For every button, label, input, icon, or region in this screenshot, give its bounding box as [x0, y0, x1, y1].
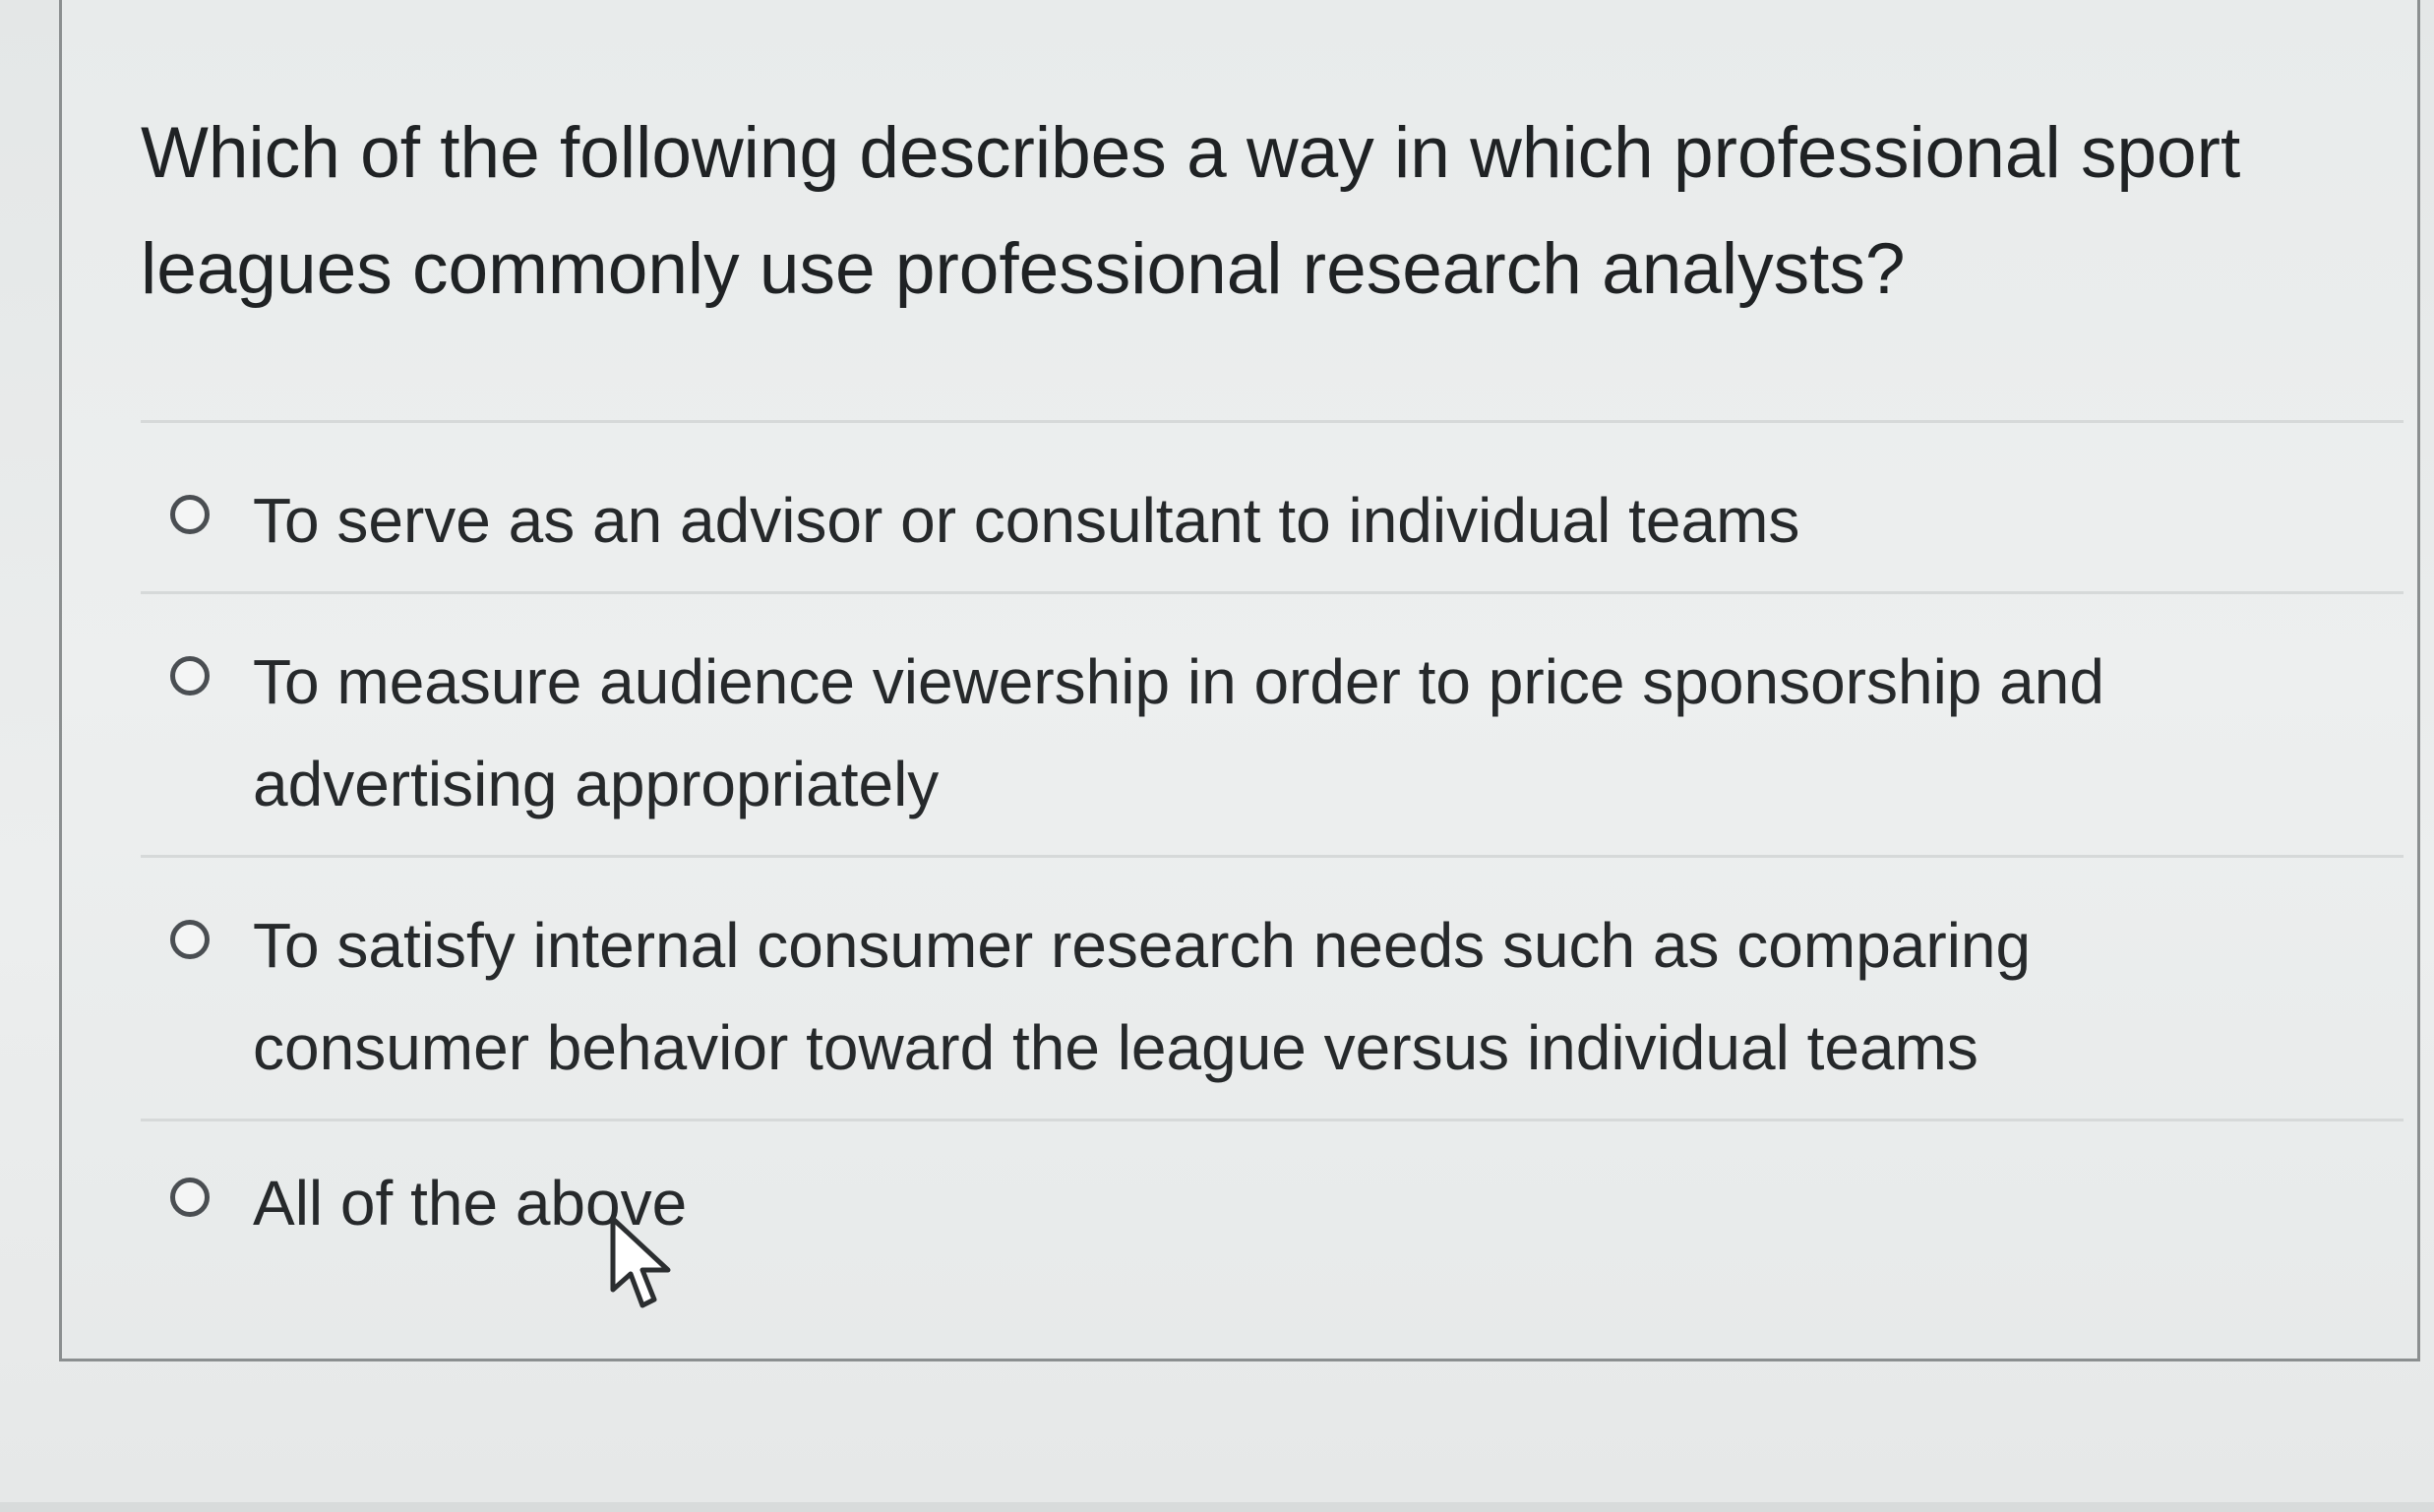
radio-unchecked-icon[interactable]	[170, 495, 210, 534]
page-bottom-edge	[0, 1502, 2434, 1512]
option-2[interactable]: To measure audience viewership in order …	[170, 631, 2394, 835]
option-label: To satisfy internal consumer research ne…	[253, 910, 2032, 1083]
page: Which of the following describes a way i…	[0, 0, 2434, 1512]
divider	[141, 420, 2404, 423]
option-label: To serve as an advisor or consultant to …	[253, 485, 1800, 556]
option-3[interactable]: To satisfy internal consumer research ne…	[170, 894, 2394, 1099]
option-1[interactable]: To serve as an advisor or consultant to …	[170, 469, 2394, 572]
divider	[141, 855, 2404, 858]
radio-unchecked-icon[interactable]	[170, 656, 210, 696]
divider	[141, 591, 2404, 594]
mouse-pointer-icon	[610, 1216, 671, 1308]
radio-unchecked-icon[interactable]	[170, 920, 210, 959]
question-card: Which of the following describes a way i…	[59, 0, 2420, 1361]
option-label: To measure audience viewership in order …	[253, 646, 2104, 819]
radio-unchecked-icon[interactable]	[170, 1178, 210, 1217]
question-text: Which of the following describes a way i…	[141, 113, 2241, 309]
option-4[interactable]: All of the above	[170, 1152, 2394, 1254]
divider	[141, 1119, 2404, 1121]
